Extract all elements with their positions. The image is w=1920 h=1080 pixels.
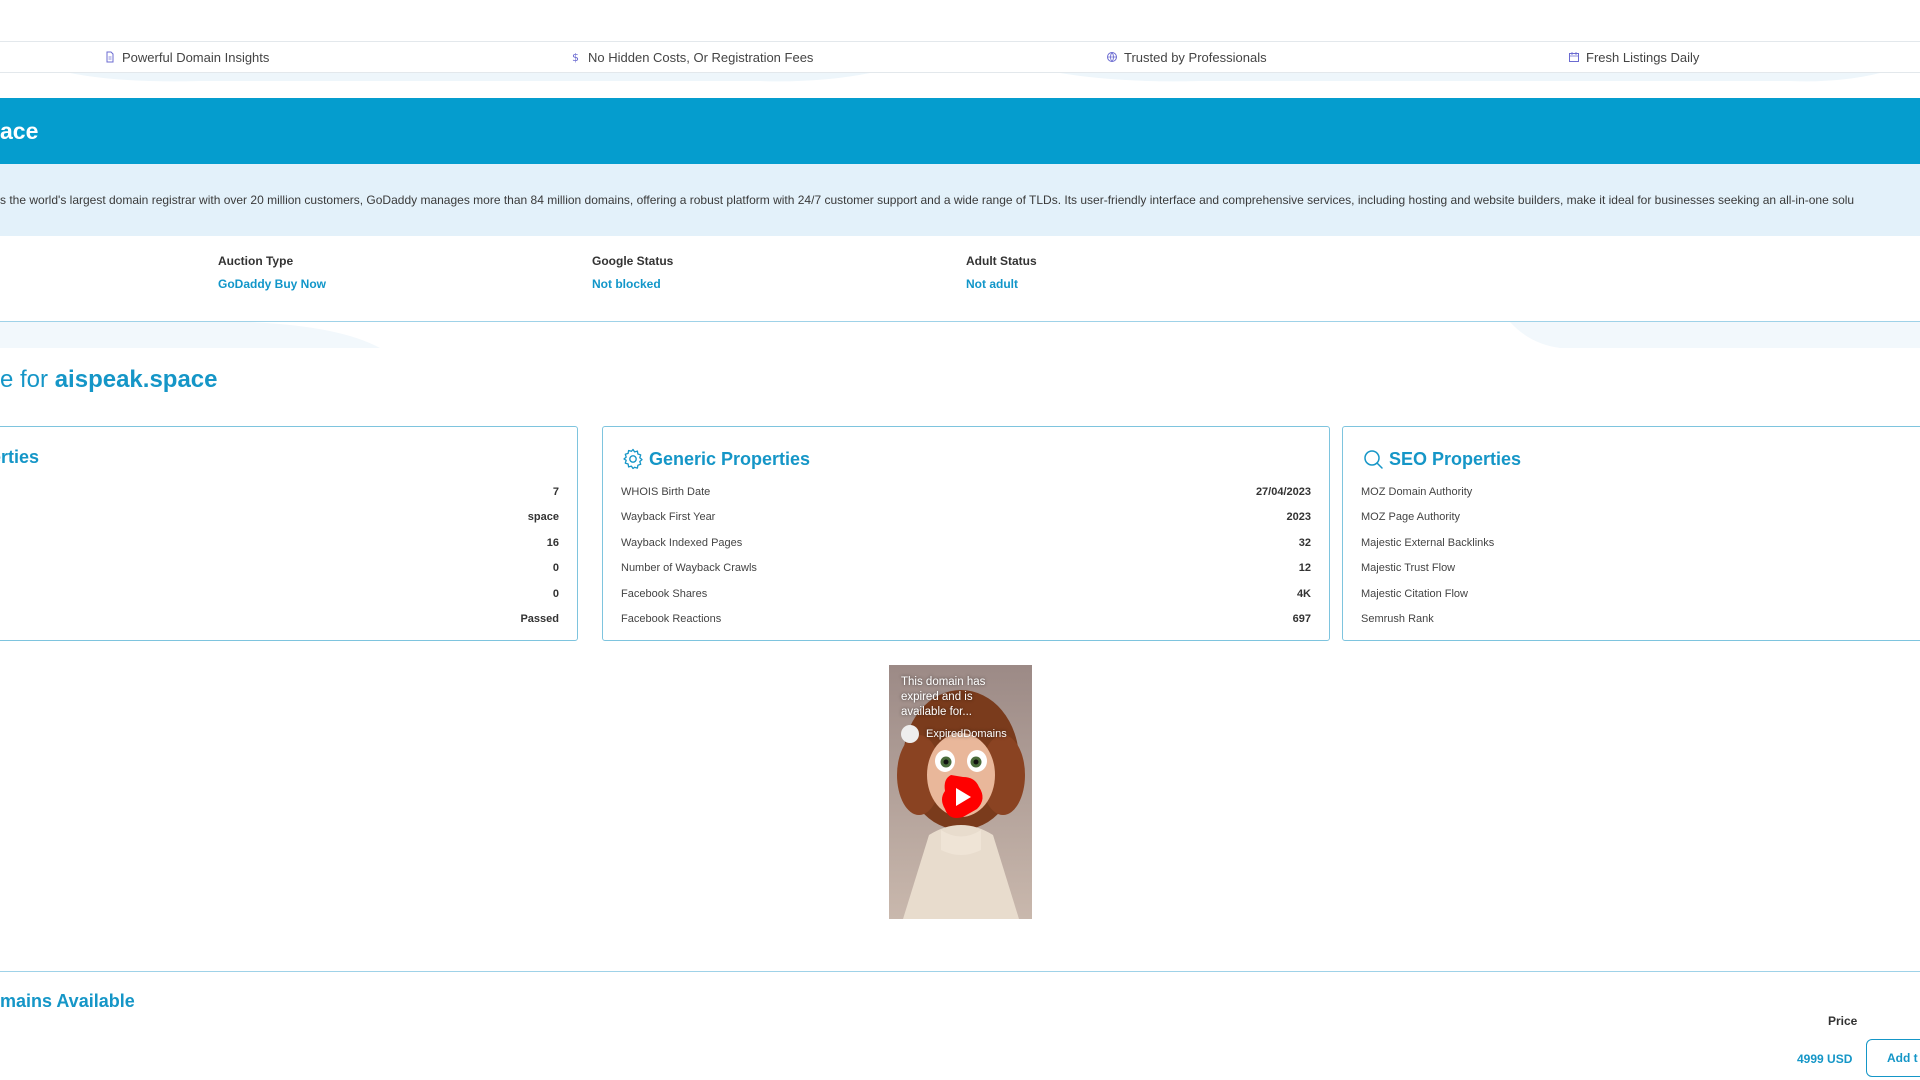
property-row: 7: [0, 479, 559, 505]
property-row: 16: [0, 530, 559, 556]
generic-properties-card: Generic Properties WHOIS Birth Date 27/04…: [602, 426, 1330, 641]
section-divider: [0, 971, 1920, 972]
property-row: Wayback First Year 2023: [621, 505, 1311, 531]
page-title-prefix: e for: [0, 366, 55, 393]
seo-properties-card: SEO Properties MOZ Domain Authority MOZ …: [1342, 426, 1920, 641]
property-label: MOZ Domain Authority: [1361, 485, 1473, 498]
card-title: Generic Properties: [621, 447, 810, 471]
feature-bar: Powerful Domain Insights $ No Hidden Cos…: [0, 41, 1920, 73]
property-value: 4K: [1296, 587, 1311, 600]
property-label: Majestic External Backlinks: [1361, 536, 1495, 549]
channel-name: ExpiredDomains: [926, 728, 1007, 740]
domain-properties-card: erties 7 space 16 0 0 Passed: [0, 426, 578, 641]
feature-fresh-listings: Fresh Listings Daily: [1568, 42, 1699, 72]
property-value: 0: [552, 587, 559, 600]
auction-type-field: Auction Type GoDaddy Buy Now: [218, 254, 326, 291]
property-row: Majestic Citation Flow: [1361, 581, 1920, 607]
property-list: 7 space 16 0 0 Passed: [0, 479, 559, 632]
page-title: e for aispeak.space: [0, 366, 218, 394]
property-label: Number of Wayback Crawls: [621, 562, 757, 575]
property-value: 12: [1298, 562, 1311, 575]
property-row: Number of Wayback Crawls 12: [621, 556, 1311, 582]
google-status-label: Google Status: [592, 254, 674, 268]
banner-title: ace: [0, 117, 39, 144]
property-label: MOZ Page Authority: [1361, 511, 1461, 524]
decorative-wave: [70, 73, 1880, 82]
card-title: erties: [0, 447, 39, 468]
feature-label: Powerful Domain Insights: [122, 49, 270, 65]
property-row: Facebook Shares 4K: [621, 581, 1311, 607]
svg-text:$: $: [572, 51, 579, 63]
gear-icon: [623, 448, 643, 470]
property-value: 32: [1298, 536, 1311, 549]
feature-label: Fresh Listings Daily: [1586, 49, 1700, 65]
property-row: Passed: [0, 607, 559, 633]
video-thumbnail[interactable]: This domain has expired and is available…: [889, 665, 1032, 919]
dollar-icon: $: [572, 51, 579, 63]
property-row: MOZ Page Authority: [1361, 505, 1920, 531]
property-label: Wayback First Year: [621, 511, 716, 524]
channel-avatar: [901, 725, 919, 743]
auction-type-label: Auction Type: [218, 254, 294, 268]
property-row: Facebook Reactions 697: [621, 607, 1311, 633]
property-label: Semrush Rank: [1361, 613, 1434, 626]
globe-icon: [1107, 52, 1117, 62]
property-label: Facebook Shares: [621, 587, 708, 600]
property-value: 16: [546, 536, 559, 549]
property-row: space: [0, 505, 559, 531]
property-row: Majestic Trust Flow: [1361, 556, 1920, 582]
card-title-text: erties: [0, 447, 40, 467]
provider-description: s the world's largest domain registrar w…: [0, 164, 1920, 236]
add-to-cart-button[interactable]: Add t: [1866, 1039, 1920, 1077]
feature-domain-insights: Powerful Domain Insights: [104, 42, 269, 72]
available-domains-heading: mains Available: [0, 991, 135, 1011]
page-title-domain: aispeak.space: [54, 366, 218, 393]
calendar-icon: [1569, 52, 1579, 62]
adult-status-value: Not adult: [966, 277, 1018, 291]
provider-banner: ace: [0, 98, 1920, 164]
card-title-text: Generic Properties: [649, 448, 811, 469]
price-value: 4999 USD: [1797, 1052, 1853, 1066]
description-text: s the world's largest domain registrar w…: [0, 193, 1855, 207]
feature-label: Trusted by Professionals: [1124, 49, 1267, 65]
property-row: 0: [0, 556, 559, 582]
price-column-header: Price: [1828, 1014, 1858, 1028]
property-row: MOZ Domain Authority: [1361, 479, 1920, 505]
property-label: Majestic Citation Flow: [1361, 587, 1468, 600]
property-label: Wayback Indexed Pages: [621, 536, 743, 549]
search-icon: [1364, 450, 1383, 469]
card-title: SEO Properties: [1361, 447, 1521, 471]
document-icon: [106, 51, 114, 63]
property-row: WHOIS Birth Date 27/04/2023: [621, 479, 1311, 505]
video-caption: This domain has expired and is available…: [901, 676, 986, 718]
property-label: WHOIS Birth Date: [621, 485, 711, 498]
property-value: 2023: [1286, 511, 1311, 524]
feature-trusted: Trusted by Professionals: [1106, 42, 1267, 72]
adult-status-label: Adult Status: [966, 254, 1037, 268]
property-value: Passed: [520, 613, 559, 626]
decorative-wave: [0, 322, 1920, 348]
video-channel[interactable]: ExpiredDomains: [901, 725, 1007, 743]
property-row: 0: [0, 581, 559, 607]
property-value: 0: [552, 562, 559, 575]
property-value: 7: [552, 485, 559, 498]
property-list: MOZ Domain Authority MOZ Page Authority …: [1361, 479, 1920, 632]
property-label: Facebook Reactions: [621, 613, 722, 626]
play-icon[interactable]: [933, 769, 989, 825]
property-row: Semrush Rank: [1361, 607, 1920, 633]
property-label: Majestic Trust Flow: [1361, 562, 1456, 575]
google-status-value: Not blocked: [592, 277, 661, 291]
property-list: WHOIS Birth Date 27/04/2023 Wayback First…: [621, 479, 1311, 632]
property-row: Majestic External Backlinks: [1361, 530, 1920, 556]
adult-status-field: Adult Status Not adult: [966, 254, 1037, 291]
property-row: Wayback Indexed Pages 32: [621, 530, 1311, 556]
auction-type-value[interactable]: GoDaddy Buy Now: [218, 277, 326, 291]
card-title-text: SEO Properties: [1389, 448, 1522, 469]
feature-no-hidden-costs: $ No Hidden Costs, Or Registration Fees: [570, 42, 813, 72]
google-status-field: Google Status Not blocked: [592, 254, 673, 291]
property-value: space: [527, 511, 559, 524]
property-value: 27/04/2023: [1255, 485, 1311, 498]
property-value: 697: [1292, 613, 1311, 626]
feature-label: No Hidden Costs, Or Registration Fees: [588, 49, 814, 65]
